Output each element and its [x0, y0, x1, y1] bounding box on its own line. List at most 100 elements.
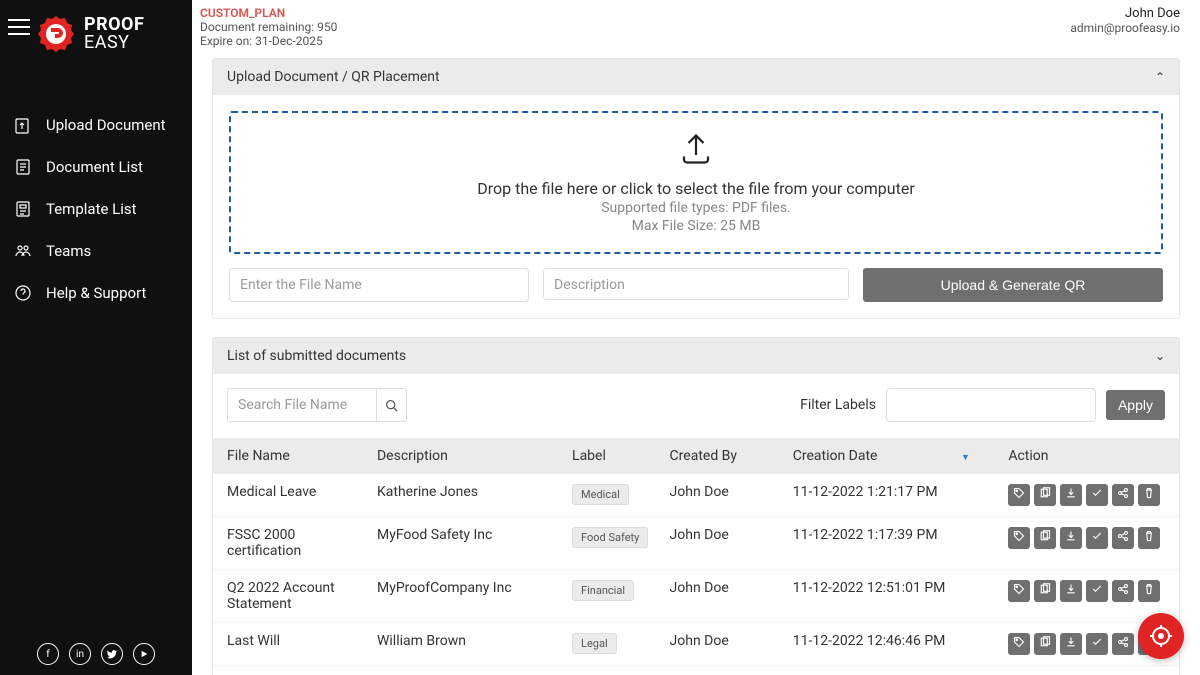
- fab-search-button[interactable]: [1138, 613, 1184, 659]
- cell-description: MyProofCompany Inc: [367, 570, 562, 623]
- hamburger-menu-icon[interactable]: [8, 14, 30, 40]
- copy-button[interactable]: [1034, 527, 1056, 549]
- delete-button[interactable]: [1138, 527, 1160, 549]
- cell-file-name: Last Will: [213, 623, 367, 666]
- tag-button[interactable]: [1008, 527, 1030, 549]
- chevron-up-icon[interactable]: ⌃: [1155, 70, 1165, 84]
- download-icon: [1065, 530, 1077, 546]
- download-button[interactable]: [1060, 580, 1082, 602]
- list-panel: List of submitted documents ⌄ Filter Lab…: [212, 337, 1180, 675]
- help-icon: [14, 285, 32, 301]
- cell-creation-date: 11-12-2022 12:46:46 PM: [783, 623, 999, 666]
- sidebar-item-document-list[interactable]: Document List: [0, 146, 192, 188]
- col-created-by[interactable]: Created By: [660, 438, 783, 474]
- apply-button[interactable]: Apply: [1106, 390, 1165, 420]
- linkedin-icon[interactable]: in: [69, 643, 91, 665]
- cell-creation-date: 11-12-2022 1:21:17 PM: [783, 474, 999, 517]
- tag-button[interactable]: [1008, 633, 1030, 655]
- share-icon: [1117, 583, 1129, 599]
- twitter-icon[interactable]: [101, 643, 123, 665]
- share-button[interactable]: [1112, 633, 1134, 655]
- label-pill[interactable]: Medical: [572, 484, 629, 505]
- logo-icon: [36, 14, 76, 54]
- dropzone-title: Drop the file here or click to select th…: [241, 179, 1151, 198]
- cell-created-by: John Doe: [660, 570, 783, 623]
- label-pill[interactable]: Legal: [572, 633, 617, 654]
- check-icon: [1091, 487, 1103, 503]
- filter-label: Filter Labels: [800, 397, 876, 413]
- user-email: admin@proofeasy.io: [1070, 21, 1180, 35]
- check-button[interactable]: [1086, 580, 1108, 602]
- download-button[interactable]: [1060, 484, 1082, 506]
- sidebar-item-label: Document List: [46, 158, 143, 176]
- filter-labels-input[interactable]: [886, 388, 1096, 422]
- main-content: CUSTOM_PLAN Document remaining: 950 Expi…: [192, 0, 1200, 675]
- tag-icon: [1013, 530, 1025, 546]
- sidebar: PROOF EASY Upload Document Document List…: [0, 0, 192, 675]
- list-panel-header[interactable]: List of submitted documents ⌄: [213, 338, 1179, 374]
- label-pill[interactable]: Financial: [572, 580, 634, 601]
- file-dropzone[interactable]: Drop the file here or click to select th…: [229, 111, 1163, 254]
- tag-button[interactable]: [1008, 484, 1030, 506]
- upload-panel-header[interactable]: Upload Document / QR Placement ⌃: [213, 59, 1179, 95]
- cell-description: International Company Inc: [367, 666, 562, 675]
- delete-icon: [1143, 530, 1155, 546]
- share-button[interactable]: [1112, 484, 1134, 506]
- copy-button[interactable]: [1034, 580, 1056, 602]
- sidebar-item-help-support[interactable]: Help & Support: [0, 272, 192, 314]
- upload-generate-button[interactable]: Upload & Generate QR: [863, 268, 1163, 302]
- sidebar-item-template-list[interactable]: Template List: [0, 188, 192, 230]
- description-input[interactable]: [543, 268, 849, 300]
- share-icon: [1117, 530, 1129, 546]
- social-links: f in: [0, 643, 192, 665]
- cell-label: Audit: [562, 666, 660, 675]
- cell-description: MyFood Safety Inc: [367, 517, 562, 570]
- documents-table: File Name Description Label Created By C…: [213, 438, 1179, 675]
- col-file-name[interactable]: File Name: [213, 438, 367, 474]
- table-row: Medical LeaveKatherine JonesMedicalJohn …: [213, 474, 1179, 517]
- file-name-input[interactable]: [229, 268, 529, 302]
- search-button[interactable]: [377, 388, 407, 422]
- sidebar-item-label: Template List: [46, 200, 137, 218]
- share-button[interactable]: [1112, 580, 1134, 602]
- sidebar-item-upload-document[interactable]: Upload Document: [0, 104, 192, 146]
- col-creation-date[interactable]: Creation Date ▼: [783, 438, 999, 474]
- template-list-icon: [14, 200, 32, 218]
- dropzone-sub1: Supported file types: PDF files.: [241, 200, 1151, 216]
- cell-file-name: Medical Leave: [213, 474, 367, 517]
- document-list-icon: [14, 158, 32, 176]
- cell-created-by: John Doe: [660, 517, 783, 570]
- facebook-icon[interactable]: f: [37, 643, 59, 665]
- cell-description: Katherine Jones: [367, 474, 562, 517]
- search-input[interactable]: [227, 388, 377, 422]
- chevron-down-icon[interactable]: ⌄: [1155, 349, 1165, 363]
- cell-label: Medical: [562, 474, 660, 517]
- copy-button[interactable]: [1034, 633, 1056, 655]
- table-row: FSSC 2000 certificationMyFood Safety Inc…: [213, 517, 1179, 570]
- col-description[interactable]: Description: [367, 438, 562, 474]
- delete-button[interactable]: [1138, 580, 1160, 602]
- tag-icon: [1013, 636, 1025, 652]
- teams-icon: [14, 244, 32, 258]
- cell-file-name: FSSC 2000 certification: [213, 517, 367, 570]
- cell-description: William Brown: [367, 623, 562, 666]
- download-button[interactable]: [1060, 527, 1082, 549]
- col-label[interactable]: Label: [562, 438, 660, 474]
- play-icon[interactable]: [133, 643, 155, 665]
- upload-panel: Upload Document / QR Placement ⌃ Drop th…: [212, 58, 1180, 319]
- tag-button[interactable]: [1008, 580, 1030, 602]
- check-icon: [1091, 636, 1103, 652]
- tag-icon: [1013, 487, 1025, 503]
- sidebar-item-teams[interactable]: Teams: [0, 230, 192, 272]
- label-pill[interactable]: Food Safety: [572, 527, 648, 548]
- cell-creation-date: 11-12-2022 1:17:39 PM: [783, 517, 999, 570]
- copy-button[interactable]: [1034, 484, 1056, 506]
- share-button[interactable]: [1112, 527, 1134, 549]
- check-button[interactable]: [1086, 633, 1108, 655]
- delete-button[interactable]: [1138, 484, 1160, 506]
- download-button[interactable]: [1060, 633, 1082, 655]
- check-button[interactable]: [1086, 484, 1108, 506]
- upload-panel-title: Upload Document / QR Placement: [227, 69, 440, 85]
- plan-remaining: Document remaining: 950: [200, 20, 337, 34]
- check-button[interactable]: [1086, 527, 1108, 549]
